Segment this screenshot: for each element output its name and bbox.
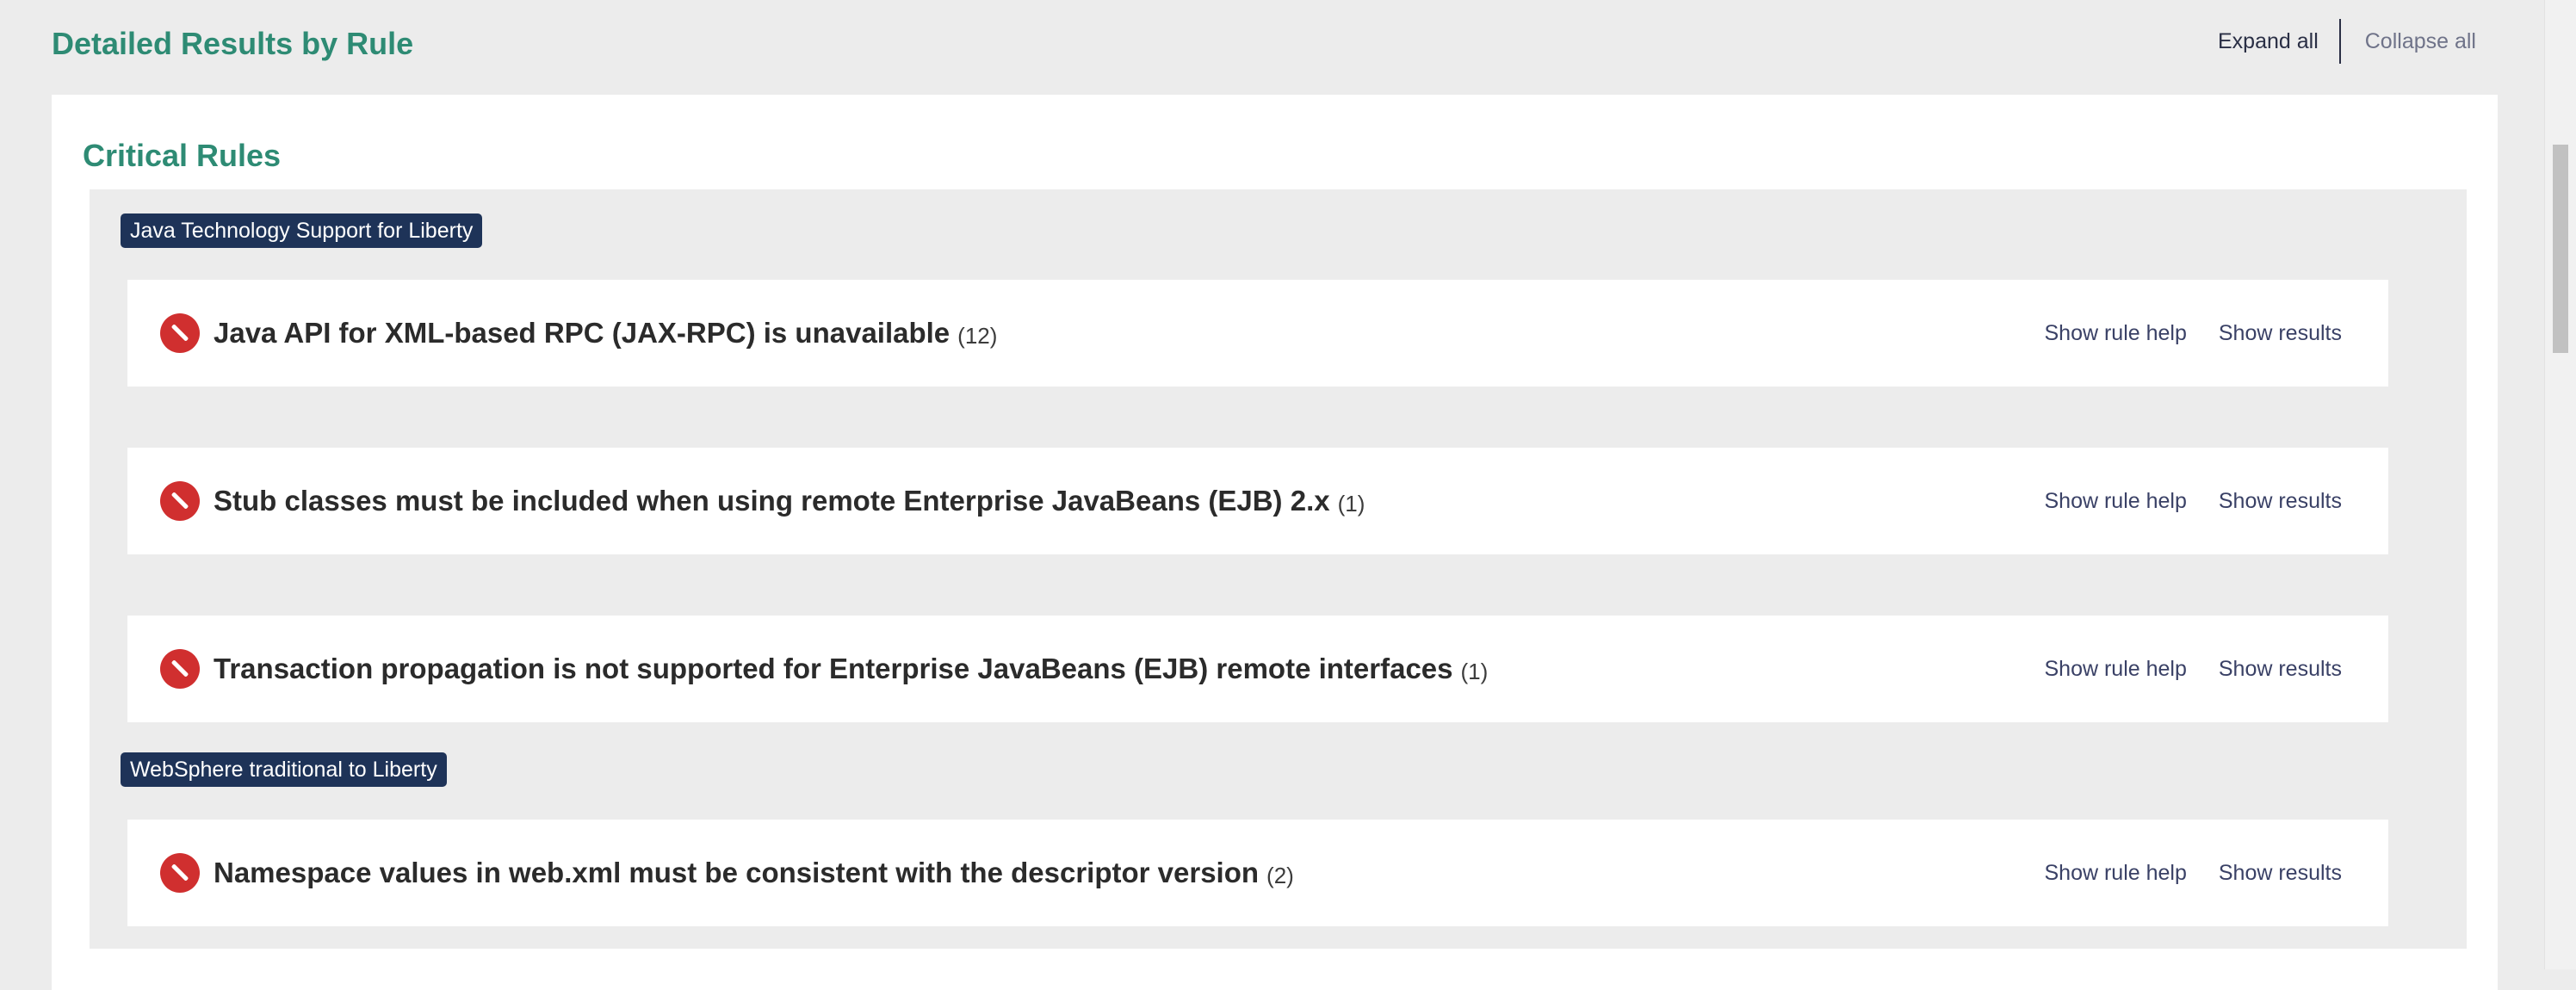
rule-title: Java API for XML-based RPC (JAX-RPC) is … bbox=[214, 317, 951, 349]
show-results-link[interactable]: Show results bbox=[2219, 861, 2342, 886]
show-rule-help-link[interactable]: Show rule help bbox=[2044, 321, 2186, 346]
critical-no-entry-icon bbox=[160, 481, 200, 521]
show-results-link[interactable]: Show results bbox=[2219, 657, 2342, 682]
rule-title: Stub classes must be included when using… bbox=[214, 485, 1330, 517]
rule-actions: Show rule help Show results bbox=[2044, 861, 2342, 886]
rule-title: Transaction propagation is not supported… bbox=[214, 653, 1453, 684]
group-tag: WebSphere traditional to Liberty bbox=[121, 752, 447, 787]
show-results-link[interactable]: Show results bbox=[2219, 321, 2342, 346]
rule-row: Transaction propagation is not supported… bbox=[127, 616, 2388, 722]
rule-actions: Show rule help Show results bbox=[2044, 489, 2342, 514]
show-results-link[interactable]: Show results bbox=[2219, 489, 2342, 514]
group-tag: Java Technology Support for Liberty bbox=[121, 213, 483, 248]
scrollbar-thumb[interactable] bbox=[2553, 145, 2568, 353]
section-title: Critical Rules bbox=[83, 138, 282, 173]
show-rule-help-link[interactable]: Show rule help bbox=[2044, 657, 2186, 682]
rule-actions: Show rule help Show results bbox=[2044, 657, 2342, 682]
rule-count: (1) bbox=[1460, 658, 1489, 684]
expand-all-link[interactable]: Expand all bbox=[2218, 29, 2339, 54]
critical-no-entry-icon bbox=[160, 649, 200, 689]
expand-collapse-controls: Expand all Collapse all bbox=[2218, 19, 2476, 64]
critical-no-entry-icon bbox=[160, 853, 200, 893]
rule-count: (2) bbox=[1266, 862, 1294, 888]
critical-rules-card: Critical Rules Java Technology Support f… bbox=[52, 95, 2498, 990]
show-rule-help-link[interactable]: Show rule help bbox=[2044, 861, 2186, 886]
rule-actions: Show rule help Show results bbox=[2044, 321, 2342, 346]
rule-groups-area: Java Technology Support for Liberty Java… bbox=[90, 189, 2467, 949]
rule-count: (12) bbox=[957, 322, 998, 349]
critical-no-entry-icon bbox=[160, 313, 200, 353]
rule-row: Stub classes must be included when using… bbox=[127, 448, 2388, 554]
page-title: Detailed Results by Rule bbox=[52, 26, 414, 61]
show-rule-help-link[interactable]: Show rule help bbox=[2044, 489, 2186, 514]
rule-row: Java API for XML-based RPC (JAX-RPC) is … bbox=[127, 280, 2388, 387]
rule-row: Namespace values in web.xml must be cons… bbox=[127, 820, 2388, 926]
vertical-scrollbar[interactable] bbox=[2544, 0, 2576, 969]
rule-title: Namespace values in web.xml must be cons… bbox=[214, 857, 1260, 888]
collapse-all-link[interactable]: Collapse all bbox=[2341, 29, 2476, 54]
rule-count: (1) bbox=[1337, 490, 1365, 517]
